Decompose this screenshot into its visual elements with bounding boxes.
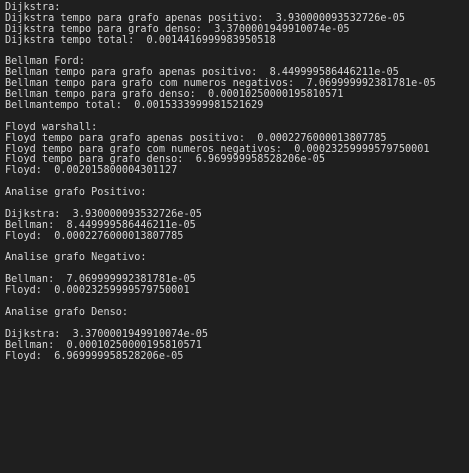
output-line-denso-bellman: Bellman: 0.00010250000195810571 <box>5 339 202 351</box>
terminal-output[interactable]: Dijkstra: Dijkstra tempo para grafo apen… <box>0 0 469 473</box>
output-line-dijkstra-total: Dijkstra tempo total: 0.0014416999983950… <box>5 34 276 46</box>
output-line-analise-denso-header: Analise grafo Denso: <box>5 306 129 318</box>
output-line-bellman-total: Bellmantempo total: 0.001533399998152162… <box>5 100 264 112</box>
output-line-negativo-floyd: Floyd: 0.00023259999579750001 <box>5 285 190 297</box>
output-line-floyd-positivo: Floyd tempo para grafo apenas positivo: … <box>5 132 387 144</box>
output-line-denso-dijkstra: Dijkstra: 3.3700001949910074e-05 <box>5 328 209 340</box>
output-line-denso-floyd: Floyd: 6.969999958528206e-05 <box>5 350 184 362</box>
output-line-analise-positivo-header: Analise grafo Positivo: <box>5 187 147 199</box>
output-line-positivo-floyd: Floyd: 0.0002276000013807785 <box>5 230 184 242</box>
output-line-floyd-total: Floyd: 0.002015800004301127 <box>5 165 178 177</box>
output-line-analise-negativo-header: Analise grafo Negativo: <box>5 252 147 264</box>
